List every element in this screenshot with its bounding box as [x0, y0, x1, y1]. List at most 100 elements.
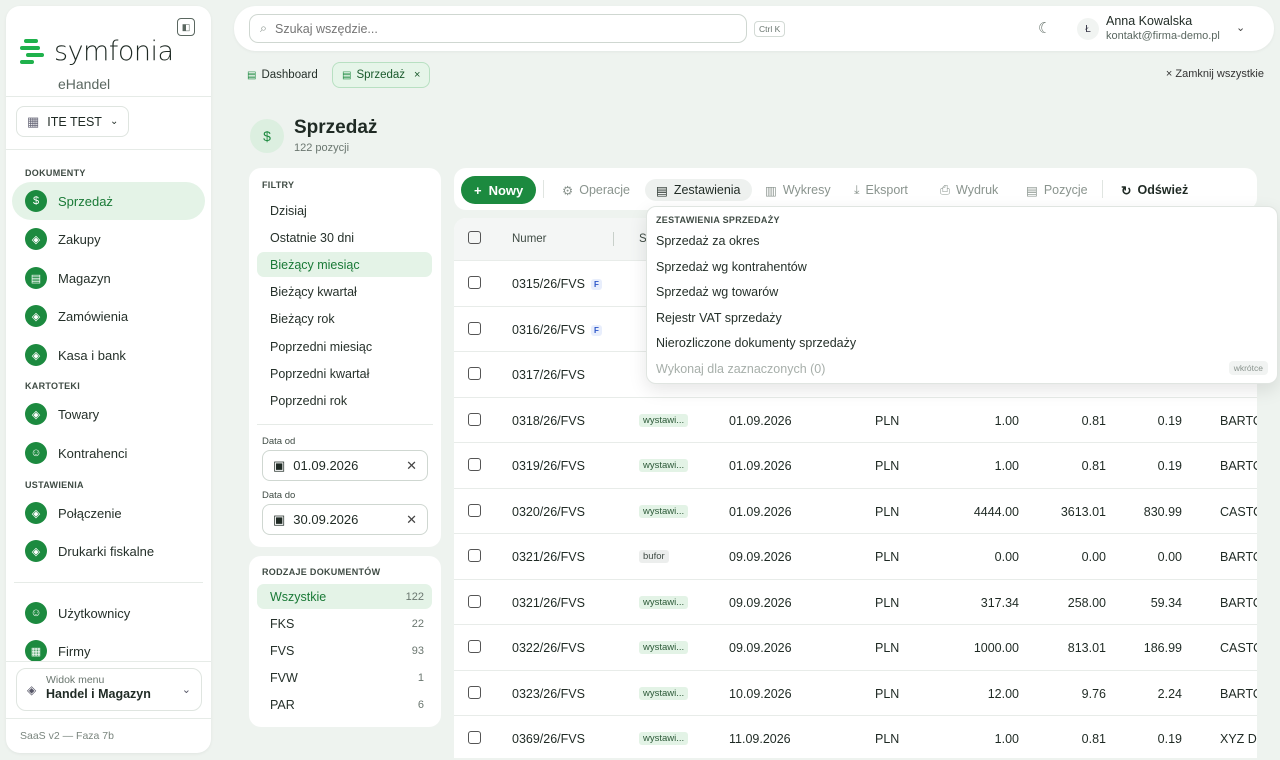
sidebar-item-firmy[interactable]: ▦ Firmy [12, 632, 205, 670]
status-badge: wystawi... [639, 732, 689, 745]
topbar: ⌕ Ctrl K ☾ Ł Anna Kowalska kontakt@firma… [234, 6, 1274, 51]
document-type-item[interactable]: FVS 93 [257, 638, 432, 663]
row-checkbox[interactable] [468, 640, 481, 653]
select-all-checkbox[interactable] [468, 231, 481, 244]
cell-number: 0369/26/FVS [512, 732, 585, 746]
column-number[interactable]: Numer [512, 233, 547, 245]
row-checkbox[interactable] [468, 276, 481, 289]
row-checkbox[interactable] [468, 412, 481, 426]
sidebar-item-kontrahenci[interactable]: ☺ Kontrahenci [12, 434, 205, 472]
table-row[interactable]: 0323/26/FVS wystawi... 10.09.2026 PLN 12.00 9… [454, 669, 1257, 716]
cell-net: 813.01 [1067, 641, 1106, 655]
user-name[interactable]: Anna Kowalska [1106, 14, 1192, 28]
company-selector[interactable]: ▦ ITE TEST ⌄ [16, 106, 130, 137]
cell-date: 09.09.2026 [729, 550, 792, 564]
document-type-item[interactable]: FVW 1 [257, 666, 432, 691]
tab-sprzedaz[interactable]: ▤ Sprzedaż × [332, 62, 431, 88]
filter-item[interactable]: Bieżący kwartał [257, 280, 432, 305]
date-from-field[interactable]: ▣ 01.09.2026 ✕ [262, 450, 428, 481]
page-subtitle: 122 pozycji [294, 142, 350, 154]
chevron-down-icon[interactable]: ⌄ [1236, 21, 1245, 34]
cell-number: 0319/26/FVS [512, 459, 585, 473]
tab-label: Dashboard [261, 69, 318, 81]
sidebar-item-polaczenie[interactable]: ◈ Połączenie [12, 494, 205, 532]
avatar[interactable]: Ł [1077, 18, 1099, 40]
sidebar-item-towary[interactable]: ◈ Towary [12, 395, 205, 433]
document-type-label: FVS [270, 643, 295, 658]
filter-item[interactable]: Bieżący rok [257, 307, 432, 332]
sidebar-item-zamowienia[interactable]: ◈ Zamówienia [12, 297, 205, 335]
filter-item[interactable]: Poprzedni rok [257, 388, 432, 413]
positions-button[interactable]: ▤ Pozycje [1026, 179, 1088, 201]
moon-icon[interactable]: ☾ [1038, 19, 1051, 37]
close-tab-icon[interactable]: × [414, 69, 420, 81]
row-checkbox[interactable] [468, 685, 481, 699]
tab-dashboard[interactable]: ▤ Dashboard [238, 62, 327, 88]
sidebar-item-zakupy[interactable]: ◈ Zakupy [12, 220, 205, 258]
sidebar-item-kasa-i-bank[interactable]: ◈ Kasa i bank [12, 336, 205, 374]
report-menu-item[interactable]: Sprzedaż wg kontrahentów [656, 260, 807, 274]
table-row[interactable]: 0321/26/FVS bufor 09.09.2026 PLN 0.00 0.00 0.0… [454, 533, 1257, 579]
clear-icon[interactable]: ✕ [406, 512, 417, 528]
filter-item[interactable]: Dzisiaj [257, 198, 432, 223]
search-input[interactable] [275, 21, 716, 36]
box-icon: ◈ [25, 540, 47, 562]
new-button[interactable]: + Nowy [461, 176, 537, 204]
close-all-tabs-button[interactable]: × Zamknij wszystkie [1166, 68, 1264, 80]
search-box[interactable]: ⌕ [249, 14, 747, 43]
filter-item[interactable]: Bieżący miesiąc [257, 252, 432, 278]
operations-button[interactable]: ⚙ Operacje [562, 179, 630, 201]
report-menu-item[interactable]: Nierozliczone dokumenty sprzedaży [656, 336, 856, 350]
row-checkbox[interactable] [468, 503, 481, 517]
reports-button[interactable]: ▤ Zestawienia [645, 179, 752, 201]
table-row[interactable]: 0321/26/FVS wystawi... 09.09.2026 PLN 317.34… [454, 578, 1257, 625]
user-email: kontakt@firma-demo.pl [1106, 30, 1220, 42]
document-type-label: FKS [270, 616, 295, 631]
version-label: SaaS v2 — Faza 7b [20, 730, 114, 742]
document-type-item[interactable]: PAR 6 [257, 693, 432, 718]
sidebar-item-drukarki[interactable]: ◈ Drukarki fiskalne [12, 532, 205, 570]
document-type-item[interactable]: Wszystkie 122 [257, 584, 432, 609]
report-menu-item[interactable]: Sprzedaż za okres [656, 234, 760, 248]
view-menu-selector[interactable]: ◈ Widok menu Handel i Magazyn ⌄ [16, 668, 202, 711]
receipt-icon: ▤ [342, 69, 352, 81]
table-row[interactable]: 0369/26/FVS wystawi... 11.09.2026 PLN 1.00 0.… [454, 715, 1257, 758]
date-to-field[interactable]: ▣ 30.09.2026 ✕ [262, 504, 428, 535]
filter-item[interactable]: Ostatnie 30 dni [257, 225, 432, 250]
sidebar-item-sprzedaz[interactable]: $ Sprzedaż [12, 182, 205, 220]
row-checkbox[interactable] [468, 321, 481, 335]
sidebar-item-magazyn[interactable]: ▤ Magazyn [12, 259, 205, 297]
report-menu-item[interactable]: Sprzedaż wg towarów [656, 285, 778, 299]
refresh-button[interactable]: ↻ Odśwież [1121, 179, 1188, 201]
row-checkbox[interactable] [468, 549, 481, 562]
cell-date: 09.09.2026 [729, 595, 792, 610]
new-label: Nowy [488, 182, 524, 198]
product-name: eHandel [58, 76, 111, 92]
sidebar-item-uzytkownicy[interactable]: ☺ Użytkownicy [12, 594, 205, 632]
clear-icon[interactable]: ✕ [406, 458, 417, 474]
table-row[interactable]: 0322/26/FVS wystawi... 09.09.2026 PLN 1000.0… [454, 624, 1257, 670]
filter-item[interactable]: Poprzedni kwartał [257, 361, 432, 386]
table-row[interactable]: 0320/26/FVS wystawi... 01.09.2026 PLN 4444.0… [454, 487, 1257, 534]
user-settings-icon: ☺ [25, 602, 47, 624]
table-row[interactable]: 0319/26/FVS wystawi... 01.09.2026 PLN 1.00 0.… [454, 442, 1257, 488]
charts-button[interactable]: ▥ Wykresy [765, 179, 831, 201]
divider [257, 424, 433, 425]
view-menu-label: Widok menu [46, 674, 105, 686]
document-type-item[interactable]: FKS 22 [257, 611, 432, 636]
cell-number: 0320/26/FVS [512, 505, 585, 519]
filter-item[interactable]: Poprzedni miesiąc [257, 334, 432, 359]
logo: symfonia [20, 36, 174, 67]
row-checkbox[interactable] [468, 594, 481, 608]
row-checkbox[interactable] [468, 458, 481, 471]
collapse-sidebar-icon[interactable]: ◧ [177, 18, 195, 36]
report-menu-item[interactable]: Rejestr VAT sprzedaży [656, 311, 782, 325]
tab-label: Sprzedaż [356, 69, 406, 81]
row-checkbox[interactable] [468, 731, 481, 744]
table-row[interactable]: 0318/26/FVS wystawi... 01.09.2026 PLN 1.00 0.… [454, 396, 1257, 443]
print-button[interactable]: ⎙ Wydruk [940, 179, 998, 201]
row-checkbox[interactable] [468, 367, 481, 380]
export-button[interactable]: ⤓ Eksport [854, 179, 908, 201]
section-settings: USTAWIENIA [25, 480, 84, 490]
document-type-label: FVW [270, 671, 298, 686]
